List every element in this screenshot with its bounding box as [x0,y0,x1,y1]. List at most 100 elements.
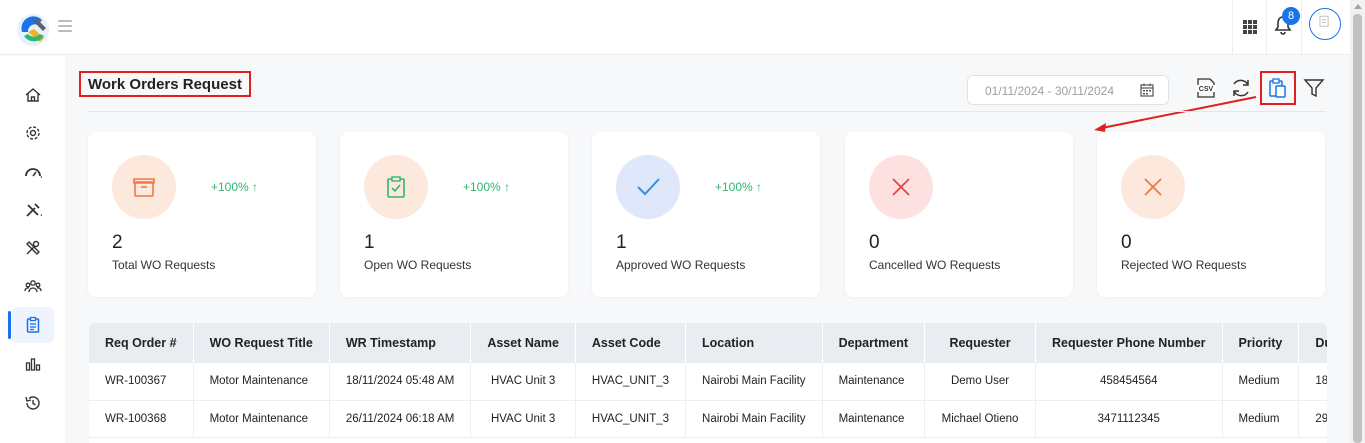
stat-card-approved[interactable]: +100% ↑ 1 Approved WO Requests [592,132,820,297]
column-header[interactable]: Requester [924,323,1037,363]
clipboard-copy-icon [1269,78,1286,98]
sidebar-item-requests[interactable] [8,307,54,343]
user-icon [1319,15,1329,27]
top-divider [1232,0,1233,55]
cell-location: Nairobi Main Facility [685,400,823,438]
check-icon [616,155,680,219]
cell-due-date: 29/11/20 [1298,400,1327,438]
cell-due-date: 18/11/20 [1298,363,1327,401]
cell-timestamp: 26/11/2024 06:18 AM [329,400,472,438]
cell-req-order: WR-100368 [89,400,194,438]
notification-badge: 8 [1282,7,1300,25]
clipboard-check-icon [364,155,428,219]
column-header[interactable]: WO Request Title [193,323,330,363]
page-title: Work Orders Request [88,76,242,93]
history-icon [25,396,40,410]
apps-grid-icon[interactable] [1243,20,1257,34]
sidebar-item-reports[interactable] [12,346,54,382]
stat-card-open[interactable]: +100% ↑ 1 Open WO Requests [340,132,568,297]
stat-count: 0 [869,232,880,253]
menu-toggle-icon[interactable] [58,20,72,32]
column-header[interactable]: Priority [1222,323,1300,363]
sidebar-item-maintenance[interactable] [12,230,54,266]
trend-indicator: +100% ↑ [463,180,511,194]
csv-label: CSV [1199,86,1214,93]
gear-icon [26,126,40,140]
sidebar-item-history[interactable] [12,385,54,421]
cell-requester: Michael Otieno [924,400,1037,438]
top-divider [1301,0,1302,55]
page-scrollbar[interactable] [1350,0,1365,443]
column-header[interactable]: Asset Name [470,323,576,363]
cell-department: Maintenance [822,363,926,401]
trend-indicator: +100% ↑ [715,180,763,194]
header-divider [88,111,1326,112]
trend-indicator: +100% ↑ [211,180,259,194]
cell-title: Motor Maintenance [193,363,330,401]
stat-card-total[interactable]: +100% ↑ 2 Total WO Requests [88,132,316,297]
box-icon [112,155,176,219]
app-logo[interactable] [14,10,52,48]
stat-label: Open WO Requests [364,258,472,272]
stat-label: Cancelled WO Requests [869,258,1001,272]
cell-priority: Medium [1222,400,1300,438]
avatar[interactable] [1309,8,1341,40]
clipboard-icon [26,316,40,333]
cell-priority: Medium [1222,363,1300,401]
page-title-highlight: Work Orders Request [79,71,251,97]
tools-icon [26,203,42,217]
gauge-icon [25,168,42,178]
stat-count: 1 [364,232,375,253]
cell-phone: 458454564 [1035,363,1223,401]
requests-clipboard-button[interactable] [1267,77,1289,99]
column-header[interactable]: Due Da [1298,323,1327,363]
cell-asset-name: HVAC Unit 3 [470,363,576,401]
stat-card-cancelled[interactable]: 0 Cancelled WO Requests [845,132,1073,297]
x-icon [869,155,933,219]
users-icon [24,280,42,293]
column-header[interactable]: Asset Code [575,323,687,363]
table-row[interactable]: WR-100367 Motor Maintenance 18/11/2024 0… [89,363,1327,401]
stat-label: Approved WO Requests [616,258,746,272]
x-icon [1121,155,1185,219]
wrench-screwdriver-icon [26,240,40,255]
sidebar-item-work-orders[interactable] [12,192,54,228]
scrollbar-thumb[interactable] [1353,14,1362,443]
cell-title: Motor Maintenance [193,400,330,438]
stat-label: Rejected WO Requests [1121,258,1247,272]
cell-req-order: WR-100367 [89,363,194,401]
stat-count: 2 [112,232,123,253]
top-divider [1266,0,1267,55]
stat-label: Total WO Requests [112,258,216,272]
column-header[interactable]: Requester Phone Number [1035,323,1223,363]
column-header[interactable]: Req Order # [89,323,194,363]
cell-asset-name: HVAC Unit 3 [470,400,576,438]
sidebar-item-settings[interactable] [12,115,54,151]
filter-button[interactable] [1303,77,1325,99]
stat-count: 0 [1121,232,1132,253]
sidebar [0,56,65,443]
stat-card-rejected[interactable]: 0 Rejected WO Requests [1097,132,1325,297]
column-header[interactable]: Location [685,323,823,363]
table-header-row: Req Order # WO Request Title WR Timestam… [89,323,1327,363]
sidebar-item-home[interactable] [12,77,54,113]
top-bar: 8 [0,0,1350,55]
cell-asset-code: HVAC_UNIT_3 [575,363,687,401]
sidebar-item-dashboard[interactable] [12,154,54,190]
data-table: Req Order # WO Request Title WR Timestam… [89,323,1327,438]
cell-department: Maintenance [822,400,926,438]
home-icon [25,88,41,102]
cell-requester: Demo User [924,363,1037,401]
table-row[interactable]: WR-100368 Motor Maintenance 26/11/2024 0… [89,400,1327,438]
cell-timestamp: 18/11/2024 05:48 AM [329,363,472,401]
column-header[interactable]: Department [822,323,926,363]
scroll-up-icon[interactable] [1354,4,1362,9]
cell-asset-code: HVAC_UNIT_3 [575,400,687,438]
cell-location: Nairobi Main Facility [685,363,823,401]
stat-count: 1 [616,232,627,253]
sidebar-item-users[interactable] [12,268,54,304]
filter-icon [1303,79,1325,98]
work-order-requests-table: Req Order # WO Request Title WR Timestam… [89,323,1327,443]
column-header[interactable]: WR Timestamp [329,323,472,363]
bar-chart-icon [25,358,41,371]
